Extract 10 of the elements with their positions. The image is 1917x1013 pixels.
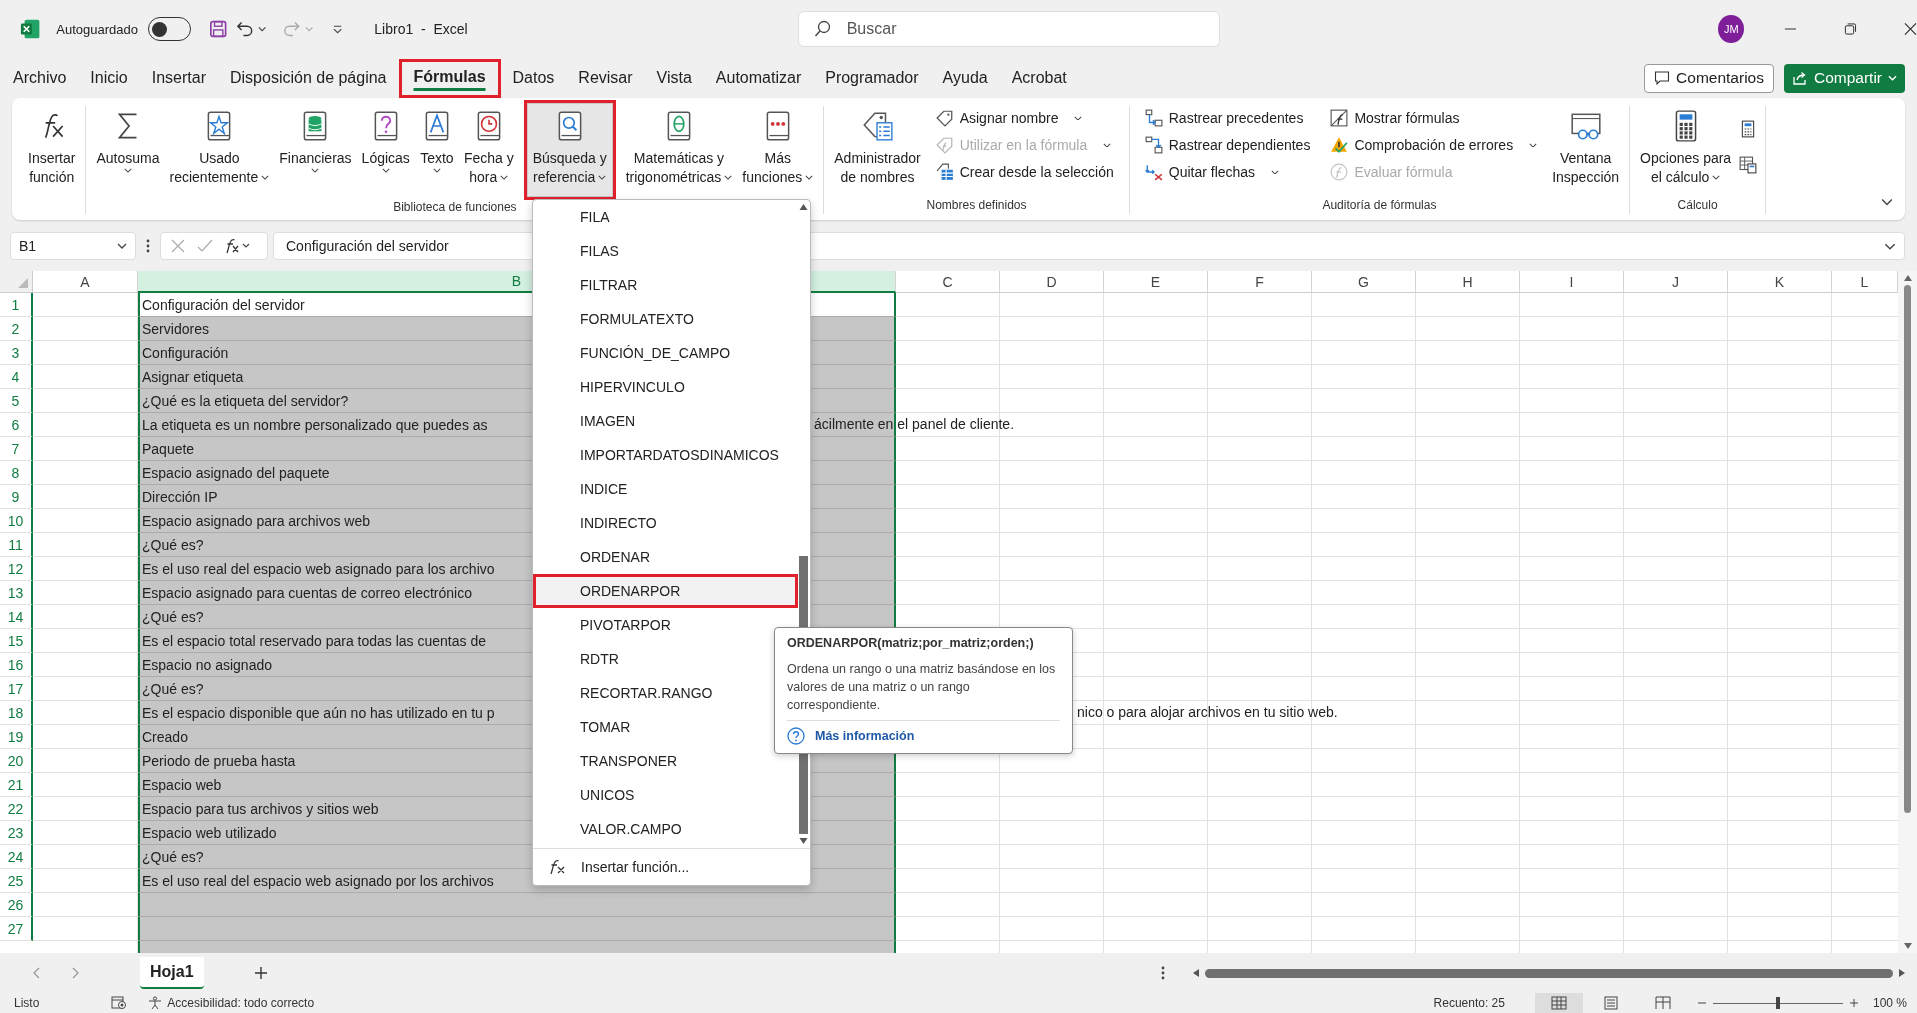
- cell-overflow-text: nico o para alojar archivos en tu sitio web.: [1077, 704, 1338, 720]
- window-title: Libro1 - Excel: [374, 21, 468, 37]
- status-text: Listo: [14, 996, 40, 1010]
- group-label: Nombres definidos: [926, 198, 1027, 214]
- count-text: Recuento: 25: [1433, 996, 1505, 1010]
- group-label: Auditoría de fórmulas: [1322, 198, 1437, 214]
- autosave-label: Autoguardado: [56, 21, 138, 37]
- group-label: Biblioteca de funciones: [393, 200, 517, 216]
- group-label: Cálculo: [1677, 198, 1718, 214]
- cell-overflow-text: ácilmente en el panel de cliente.: [814, 416, 1015, 432]
